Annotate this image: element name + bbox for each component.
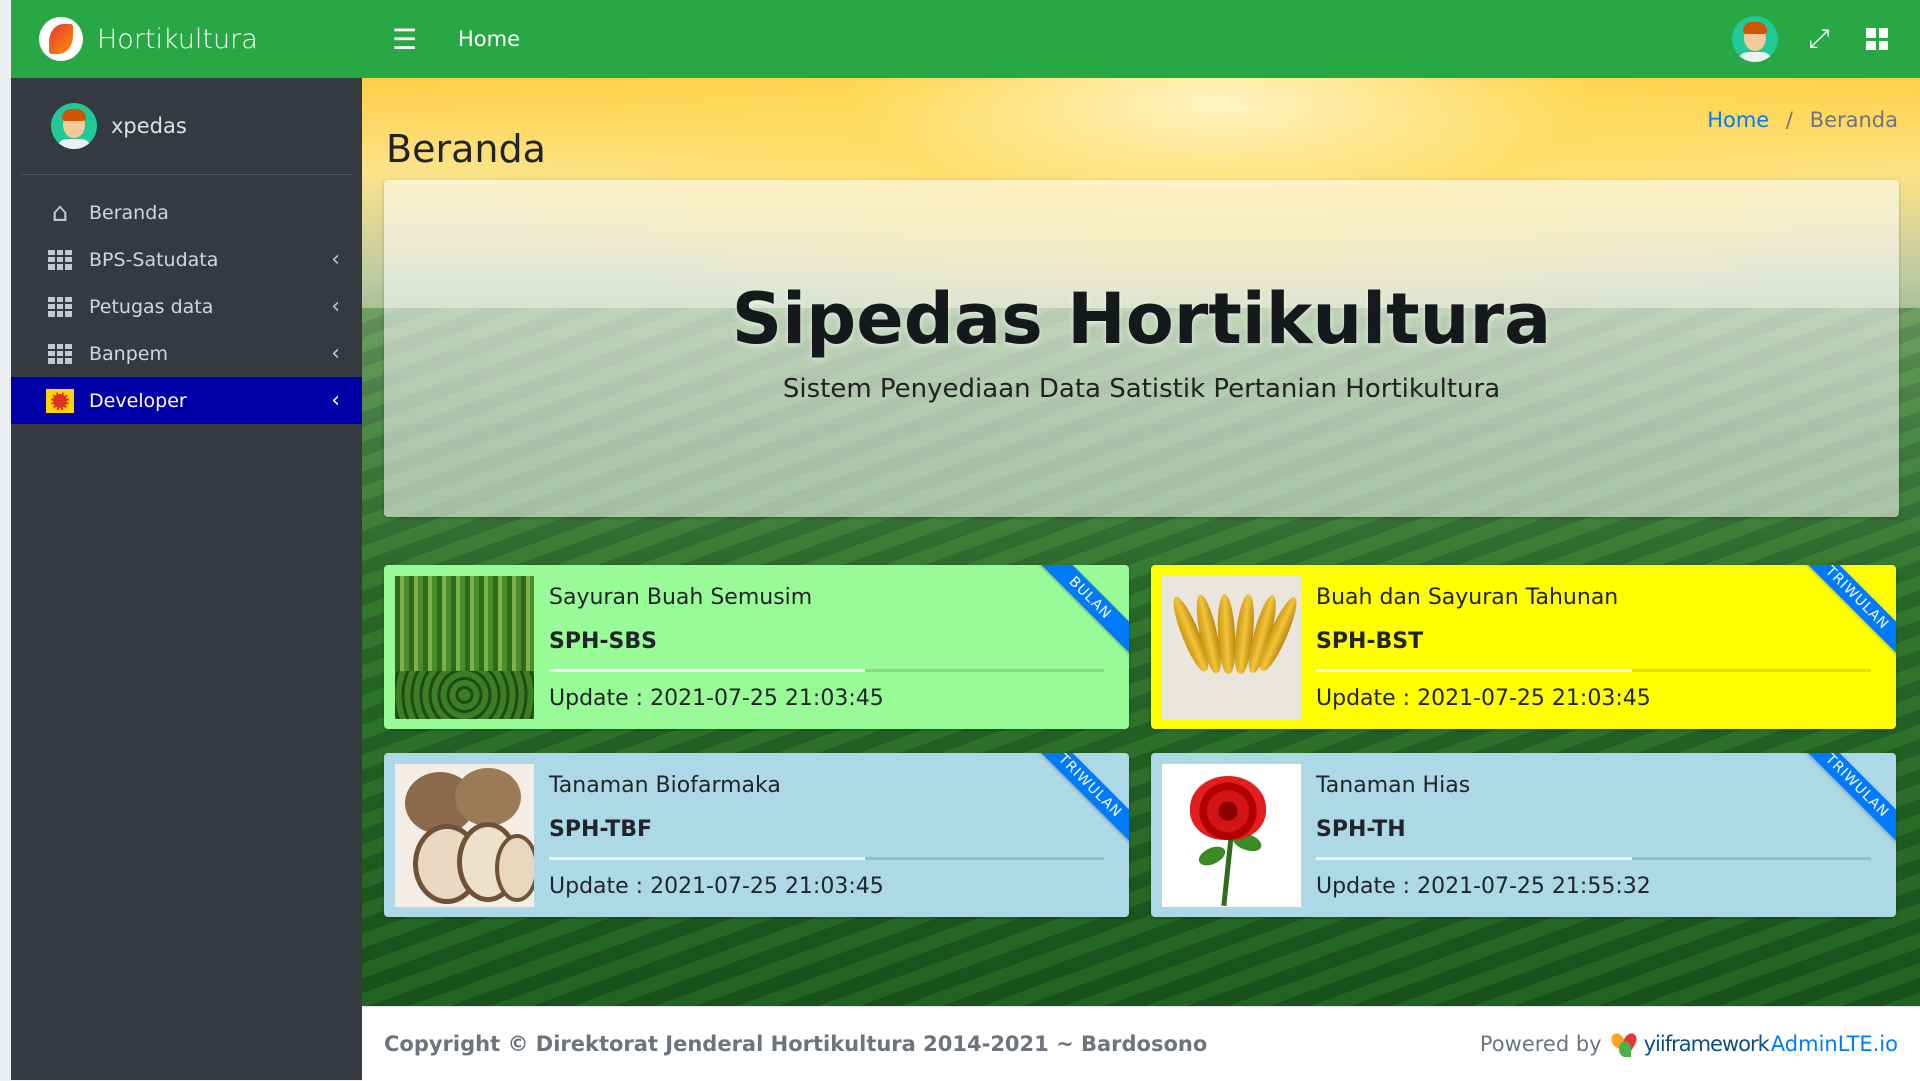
hero-title: Sipedas Hortikultura [731,278,1552,360]
yii-logo-icon [1608,1031,1639,1057]
info-card-sph-sbs[interactable]: Sayuran Buah Semusim SPH-SBS Update : 20… [384,565,1129,729]
window-edge [0,0,11,1080]
breadcrumb: Home / Beranda [1707,108,1898,132]
progress-bar [1316,669,1871,672]
navbar-right: ⤢ [1732,0,1920,78]
footer-copyright: Copyright © Direktorat Jenderal Hortikul… [384,1032,1208,1056]
card-title: Tanaman Biofarmaka [549,773,781,798]
adminlte-link[interactable]: AdminLTE.io [1771,1032,1898,1056]
card-update: Update : 2021-07-25 21:03:45 [549,874,884,899]
sidebar-item-label: Beranda [89,201,169,224]
sidebar-item-developer[interactable]: Developer ‹ [11,377,362,424]
developer-icon [46,388,74,413]
taro-image [395,764,534,907]
home-icon: ⌂ [51,197,69,228]
sidebar-item-label: Developer [89,389,187,412]
card-update: Update : 2021-07-25 21:03:45 [1316,686,1651,711]
progress-bar [549,669,1104,672]
hero-jumbotron: Sipedas Hortikultura Sistem Penyediaan D… [384,180,1899,517]
progress-fill [549,669,866,672]
card-update: Update : 2021-07-25 21:03:45 [549,686,884,711]
sidebar: Hortikultura xpedas ⌂ Beranda BPS-Satuda… [11,0,362,1080]
breadcrumb-separator: / [1785,108,1793,132]
progress-fill [1316,857,1633,860]
sidebar-nav: ⌂ Beranda BPS-Satudata ‹ Petugas data ‹ … [11,189,362,424]
user-name: xpedas [111,114,187,138]
card-code: SPH-TBF [549,817,653,842]
card-code: SPH-BST [1316,629,1424,654]
chevron-left-icon: ‹ [331,247,340,272]
chevron-left-icon: ‹ [331,388,340,413]
apps-grid-icon[interactable] [1866,28,1888,50]
sidebar-item-label: BPS-Satudata [89,248,219,271]
card-title: Tanaman Hias [1316,773,1471,798]
user-panel[interactable]: xpedas [21,78,352,175]
card-title: Sayuran Buah Semusim [549,585,813,610]
chevron-left-icon: ‹ [331,341,340,366]
info-card-sph-bst[interactable]: Buah dan Sayuran Tahunan SPH-BST Update … [1151,565,1896,729]
progress-bar [1316,857,1871,860]
brand-name: Hortikultura [97,23,258,55]
hamburger-icon[interactable]: ☰ [392,23,422,56]
sidebar-item-beranda[interactable]: ⌂ Beranda [11,189,362,236]
ribbon-badge: TRIWULAN [1796,753,1896,847]
breadcrumb-home-link[interactable]: Home [1707,108,1769,132]
long-beans-image [395,576,534,719]
footer-powered: Powered by yiiframework AdminLTE.io [1480,1031,1898,1057]
powered-by-label: Powered by [1479,1032,1602,1056]
rose-image [1162,764,1301,907]
sidebar-item-petugas-data[interactable]: Petugas data ‹ [11,283,362,330]
progress-fill [549,857,866,860]
footer: Copyright © Direktorat Jenderal Hortikul… [362,1006,1920,1081]
sidebar-item-label: Petugas data [89,295,214,318]
card-code: SPH-TH [1316,817,1406,842]
page-title: Beranda [386,127,546,172]
sidebar-item-banpem[interactable]: Banpem ‹ [11,330,362,377]
grid-icon [46,249,74,271]
hero-subtitle: Sistem Penyediaan Data Satistik Pertania… [782,374,1501,404]
progress-fill [1316,669,1633,672]
brand-link[interactable]: Hortikultura [11,0,362,78]
chevron-left-icon: ‹ [331,294,340,319]
yiiframework-link[interactable]: yiiframework [1644,1032,1770,1056]
ribbon-badge: BULAN [1029,565,1129,659]
ribbon-badge: TRIWULAN [1796,565,1896,659]
user-avatar-icon [51,103,97,149]
breadcrumb-current: Beranda [1809,108,1898,132]
top-navbar: ☰ Home ⤢ [362,0,1920,78]
banana-image [1162,576,1301,719]
brand-logo-icon [39,17,83,61]
user-avatar-icon[interactable] [1732,16,1778,62]
card-code: SPH-SBS [549,629,657,654]
content-wrapper: Beranda Home / Beranda Sipedas Hortikult… [362,78,1920,1006]
fullscreen-icon[interactable]: ⤢ [1806,24,1832,55]
ribbon-badge: TRIWULAN [1029,753,1129,847]
card-update: Update : 2021-07-25 21:55:32 [1316,874,1651,899]
nav-home-link[interactable]: Home [458,27,520,51]
card-title: Buah dan Sayuran Tahunan [1316,585,1619,610]
info-card-sph-tbf[interactable]: Tanaman Biofarmaka SPH-TBF Update : 2021… [384,753,1129,917]
info-card-sph-th[interactable]: Tanaman Hias SPH-TH Update : 2021-07-25 … [1151,753,1896,917]
sidebar-item-bps-satudata[interactable]: BPS-Satudata ‹ [11,236,362,283]
grid-icon [46,343,74,365]
sidebar-item-label: Banpem [89,342,168,365]
progress-bar [549,857,1104,860]
grid-icon [46,296,74,318]
